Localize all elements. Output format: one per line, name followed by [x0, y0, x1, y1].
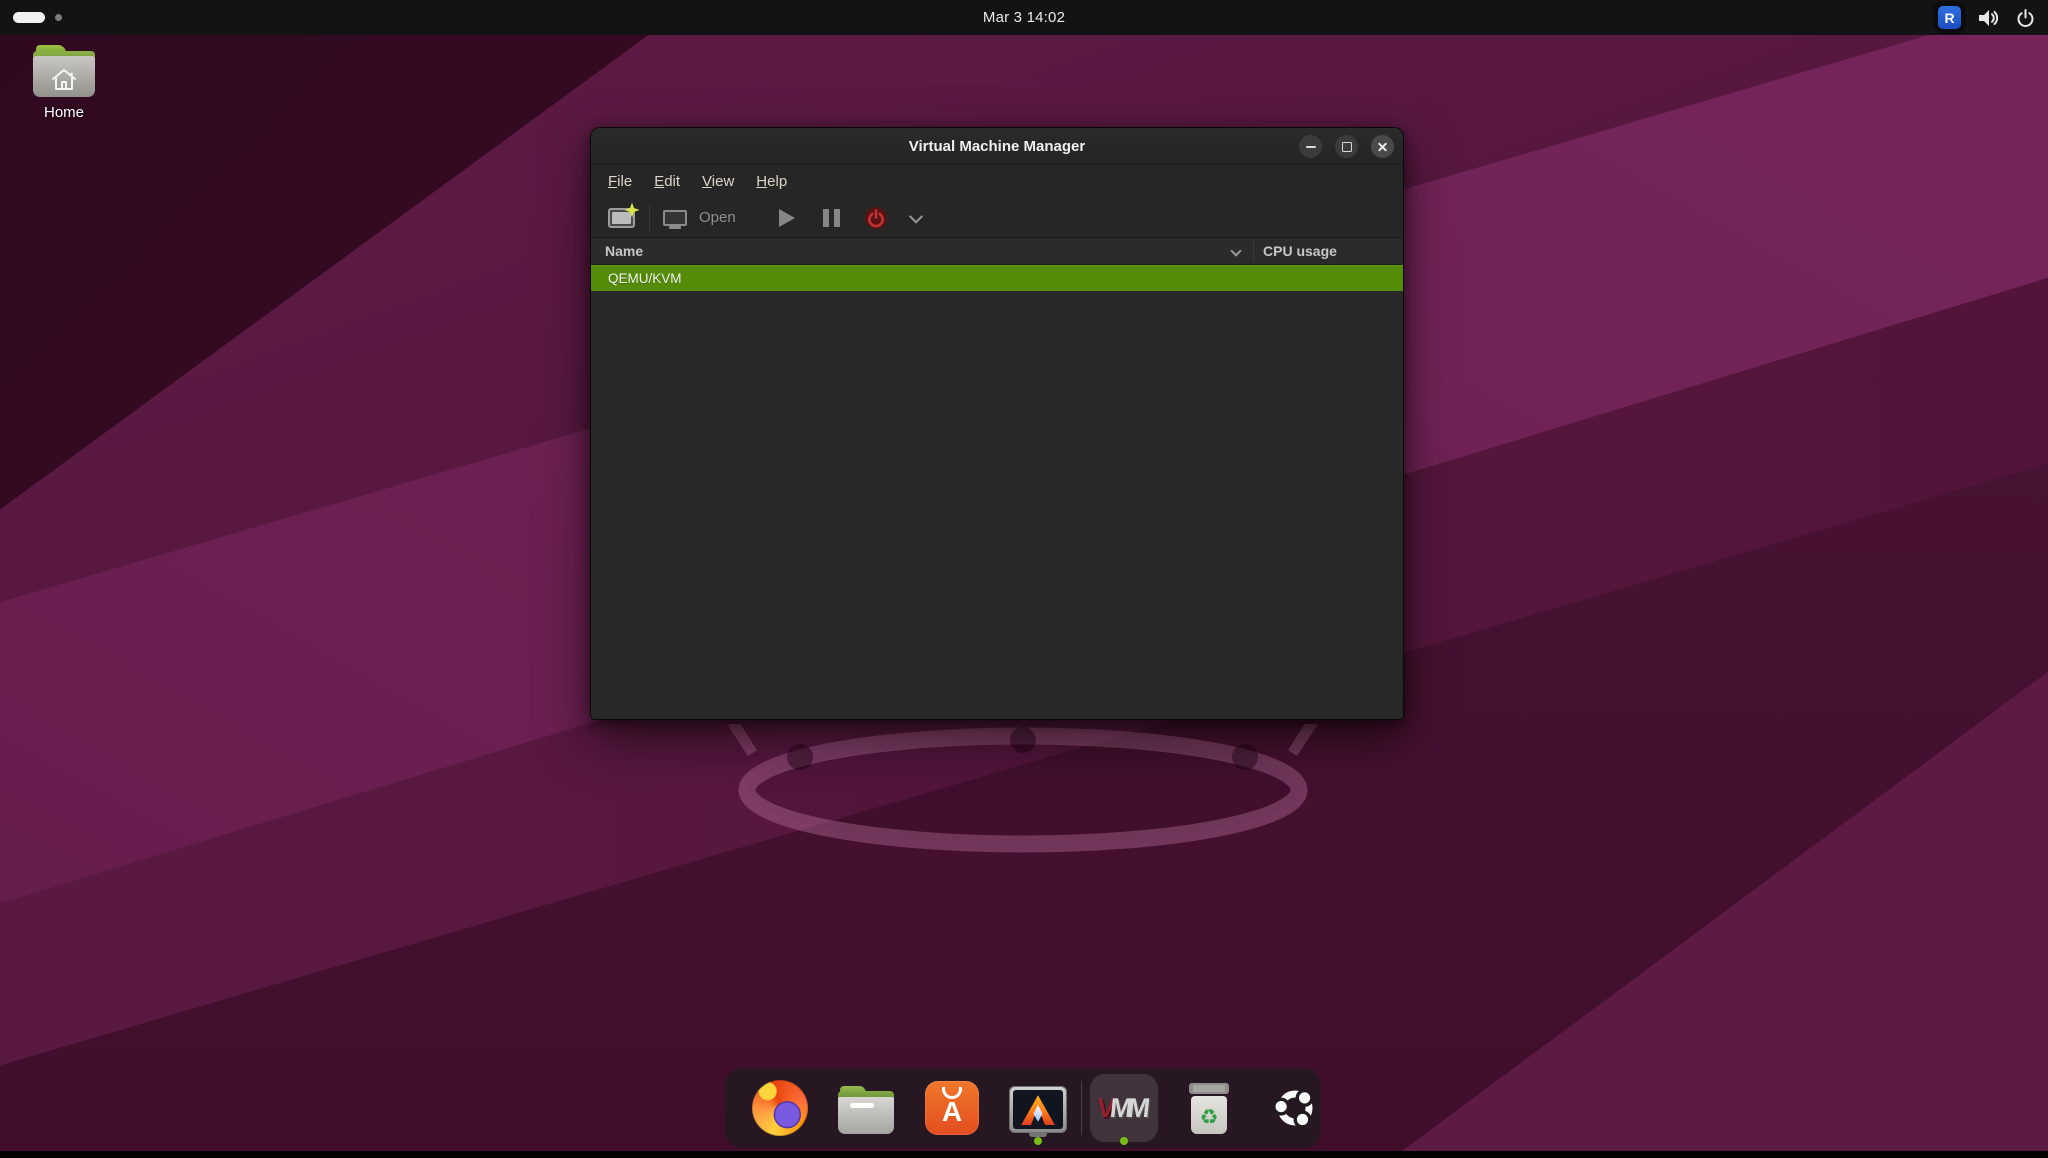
trash-icon: ♻ [1187, 1081, 1231, 1135]
run-vm-button[interactable] [779, 208, 795, 227]
ubuntu-watermark [738, 727, 1308, 853]
desktop-root: Mar 3 14:02 R Home Virtual Machine Manag… [0, 0, 2048, 1158]
screen-bottom-edge [0, 1151, 2048, 1158]
maximize-button[interactable] [1335, 135, 1358, 158]
app-center-icon: A [925, 1081, 979, 1135]
connection-name: QEMU/KVM [608, 271, 682, 286]
menu-file[interactable]: File [597, 169, 643, 194]
dock-virt-manager[interactable]: VMM [1082, 1068, 1166, 1148]
vm-list-row-qemu-kvm[interactable]: QEMU/KVM [591, 265, 1403, 291]
sort-chevron-icon[interactable] [1230, 245, 1242, 257]
window-controls [1299, 128, 1394, 165]
home-label: Home [43, 104, 84, 121]
pause-vm-button[interactable] [823, 208, 840, 227]
shutdown-vm-button[interactable] [864, 205, 888, 230]
running-indicator-dot [1034, 1137, 1042, 1145]
toolbar: Open [591, 198, 1403, 238]
open-button[interactable]: Open [663, 209, 736, 226]
remmina-indicator-icon[interactable]: R [1938, 6, 1961, 29]
new-vm-button[interactable] [605, 202, 640, 232]
virt-manager-icon: VMM [1095, 1092, 1148, 1123]
column-divider[interactable] [1253, 241, 1254, 261]
column-cpu-usage[interactable]: CPU usage [1263, 243, 1337, 259]
power-icon[interactable] [2015, 7, 2036, 29]
column-name[interactable]: Name [605, 243, 643, 259]
dock-vm-console[interactable] [995, 1068, 1081, 1148]
dock-app-center[interactable]: A [909, 1068, 995, 1148]
console-monitor-icon [663, 209, 687, 226]
dock-files[interactable] [823, 1068, 909, 1148]
shutdown-menu-chevron-icon[interactable] [908, 209, 924, 224]
window-title: Virtual Machine Manager [908, 137, 1086, 155]
desktop-home-shortcut[interactable]: Home [28, 45, 100, 121]
dock-firefox[interactable] [737, 1068, 823, 1148]
clock[interactable]: Mar 3 14:02 [0, 9, 2048, 26]
system-tray: R [1938, 0, 2036, 35]
titlebar[interactable]: Virtual Machine Manager [591, 128, 1403, 165]
vm-list-header: Name CPU usage [591, 238, 1403, 265]
new-vm-icon [607, 202, 640, 228]
menu-edit[interactable]: Edit [643, 169, 691, 194]
menu-view[interactable]: View [691, 169, 745, 194]
vm-console-icon [1009, 1086, 1067, 1133]
menu-help[interactable]: Help [745, 169, 798, 194]
volume-icon[interactable] [1976, 7, 2000, 29]
recycle-icon: ♻ [1199, 1105, 1219, 1129]
close-button[interactable] [1371, 135, 1394, 158]
open-label: Open [699, 209, 736, 226]
running-indicator-dot [1120, 1137, 1128, 1145]
files-icon [838, 1086, 894, 1134]
menubar: File Edit View Help [591, 165, 1403, 198]
dock: A VMM ♻ [725, 1068, 1321, 1148]
minimize-button[interactable] [1299, 135, 1322, 158]
toolbar-separator [649, 204, 650, 231]
shutdown-power-icon [868, 208, 884, 227]
firefox-icon [752, 1080, 808, 1136]
dock-show-apps[interactable] [1252, 1068, 1338, 1148]
house-icon [52, 69, 76, 90]
dock-trash[interactable]: ♻ [1166, 1068, 1252, 1148]
ubuntu-logo-icon [1272, 1088, 1314, 1129]
top-bar: Mar 3 14:02 R [0, 0, 2048, 35]
vmm-window: Virtual Machine Manager File Edit View H… [590, 127, 1404, 720]
home-folder-icon [33, 45, 95, 97]
